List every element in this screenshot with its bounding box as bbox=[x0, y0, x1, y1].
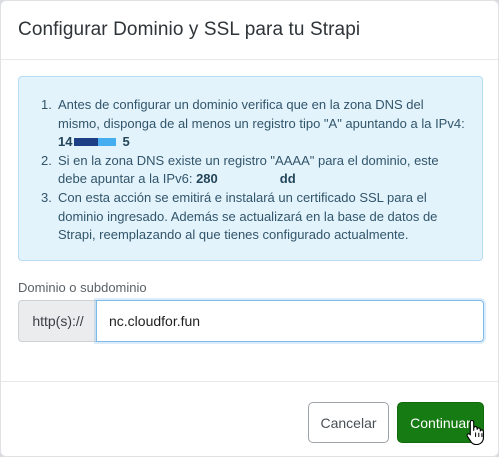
redacted-block bbox=[217, 173, 280, 187]
list-item-number: 3. bbox=[41, 189, 52, 205]
ssl-domain-modal: Configurar Dominio y SSL para tu Strapi … bbox=[0, 0, 499, 457]
domain-input[interactable] bbox=[96, 300, 484, 342]
info-alert: 1. Antes de configurar un dominio verifi… bbox=[18, 76, 483, 261]
list-item: 2. Si en la zona DNS existe un registro … bbox=[41, 152, 468, 189]
cancel-button[interactable]: Cancelar bbox=[308, 402, 389, 443]
list-item: 3. Con esta acción se emitirá e instalar… bbox=[41, 189, 468, 245]
instructions-list: 1. Antes de configurar un dominio verifi… bbox=[19, 77, 482, 245]
modal-header: Configurar Dominio y SSL para tu Strapi bbox=[1, 1, 498, 60]
redacted-block bbox=[98, 137, 117, 146]
list-item-number: 1. bbox=[41, 97, 52, 112]
list-item-number: 2. bbox=[41, 152, 52, 168]
list-item: 1. Antes de configurar un dominio verifi… bbox=[41, 96, 468, 152]
modal-title: Configurar Dominio y SSL para tu Strapi bbox=[18, 19, 361, 40]
list-item-text: Antes de configurar un dominio verifica … bbox=[58, 97, 465, 131]
ipv4-address: 14 5 bbox=[58, 134, 130, 150]
modal-footer: Cancelar Continuar bbox=[1, 381, 498, 457]
protocol-prefix: http(s):// bbox=[18, 300, 97, 342]
redacted-block bbox=[74, 137, 99, 146]
domain-input-group: http(s):// bbox=[18, 300, 484, 342]
ipv6-address: 280 dd bbox=[196, 171, 296, 187]
domain-field-label: Dominio o subdominio bbox=[18, 280, 147, 295]
list-item-text: Con esta acción se emitirá e instalará u… bbox=[58, 189, 438, 243]
hand-pointer-icon bbox=[466, 419, 484, 445]
